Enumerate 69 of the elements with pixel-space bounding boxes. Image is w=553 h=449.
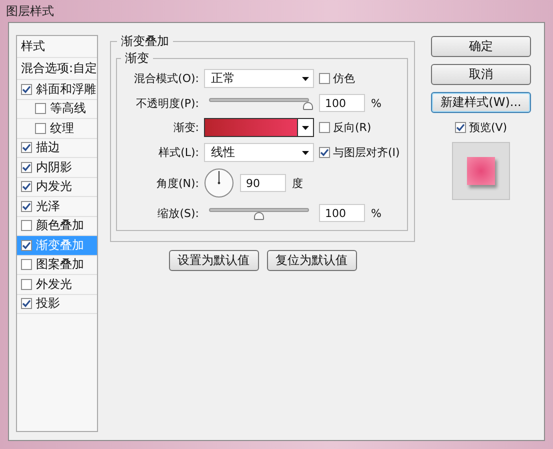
style-item[interactable]: 投影 xyxy=(17,294,97,314)
style-item[interactable]: 纹理 xyxy=(17,119,97,138)
checkbox[interactable] xyxy=(21,84,32,95)
unit-label: % xyxy=(371,206,382,220)
checkbox[interactable] xyxy=(21,162,32,173)
check-icon xyxy=(320,148,329,157)
slider-thumb[interactable] xyxy=(254,212,264,220)
field-label: 渐变: xyxy=(172,120,199,135)
default-button[interactable]: 复位为默认值 xyxy=(266,250,356,271)
checkbox[interactable] xyxy=(319,147,330,158)
unit-label: 度 xyxy=(292,176,303,190)
checkbox[interactable] xyxy=(454,122,466,133)
field-label: 样式(L): xyxy=(158,145,199,160)
checkbox[interactable] xyxy=(319,122,330,133)
opacity-field[interactable]: 100 xyxy=(319,94,365,112)
checkbox-label: 与图层对齐(I) xyxy=(333,145,400,160)
style-item[interactable]: 外发光 xyxy=(17,275,97,294)
checkbox-label: 反向(R) xyxy=(333,120,372,135)
preview-swatch xyxy=(467,157,495,185)
checkbox-label: 预览(V) xyxy=(468,120,508,135)
blend-mode-dropdown[interactable]: 正常 xyxy=(204,69,314,88)
style-item[interactable]: 等高线 xyxy=(17,100,97,119)
checkbox[interactable] xyxy=(21,200,32,212)
dialog-button[interactable]: 新建样式(W)... xyxy=(431,92,531,113)
style-dropdown[interactable]: 线性 xyxy=(204,143,314,162)
check-icon xyxy=(22,240,31,250)
gradient-picker[interactable] xyxy=(204,118,314,137)
checkbox[interactable] xyxy=(21,220,32,232)
checkbox[interactable] xyxy=(21,181,32,192)
check-icon xyxy=(22,299,31,308)
checkbox[interactable] xyxy=(319,73,330,84)
check-icon xyxy=(22,182,31,192)
caret-icon xyxy=(302,76,309,80)
caret-icon xyxy=(302,150,309,154)
style-item[interactable]: 内发光 xyxy=(17,178,97,197)
dialog-button[interactable]: 确定 xyxy=(431,36,531,57)
check-icon xyxy=(22,162,31,172)
checkbox[interactable] xyxy=(35,103,46,114)
scale-field[interactable]: 100 xyxy=(319,204,365,222)
style-item[interactable]: 图案叠加 xyxy=(17,256,97,275)
checkbox[interactable] xyxy=(21,259,32,270)
check-icon xyxy=(22,202,31,211)
checkbox[interactable] xyxy=(35,122,46,134)
style-item[interactable]: 内阴影 xyxy=(17,158,97,178)
field-label: 缩放(S): xyxy=(156,206,199,220)
check-icon xyxy=(456,123,465,132)
check-icon xyxy=(22,84,31,94)
check-icon xyxy=(22,143,31,152)
field-label: 角度(N): xyxy=(155,176,199,190)
unit-label: % xyxy=(371,96,382,110)
slider-thumb[interactable] xyxy=(303,102,313,110)
style-item[interactable]: 描边 xyxy=(17,138,97,158)
style-item[interactable]: 混合选项:自定 xyxy=(17,58,97,80)
field-label: 混合模式(O): xyxy=(133,71,199,86)
checkbox[interactable] xyxy=(21,278,32,290)
window-title: 图层样式 xyxy=(6,2,54,20)
checkbox[interactable] xyxy=(21,142,32,154)
checkbox-label: 仿色 xyxy=(333,71,355,86)
dialog-button[interactable]: 取消 xyxy=(431,64,531,85)
default-button[interactable]: 设置为默认值 xyxy=(168,250,258,271)
list-header: 样式 xyxy=(17,36,97,58)
style-item[interactable]: 斜面和浮雕 xyxy=(17,80,97,100)
style-item[interactable]: 光泽 xyxy=(17,197,97,216)
field-label: 不透明度(P): xyxy=(135,96,199,110)
angle-dial[interactable] xyxy=(204,168,234,198)
checkbox[interactable] xyxy=(21,240,32,251)
angle-field[interactable]: 90 xyxy=(240,174,286,192)
checkbox[interactable] xyxy=(21,298,32,310)
caret-icon xyxy=(302,126,309,130)
